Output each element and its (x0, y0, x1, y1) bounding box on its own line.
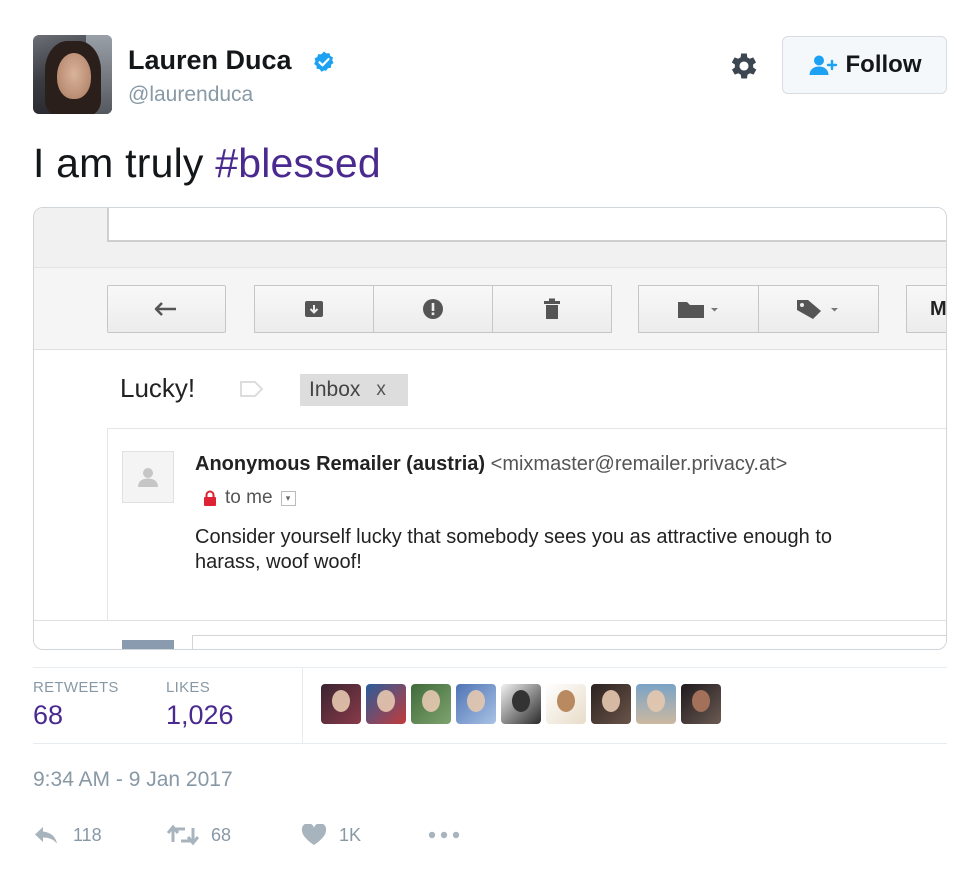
email-body: Consider yourself lucky that somebody se… (195, 526, 833, 573)
heart-icon (301, 824, 327, 845)
sender-avatar-icon (122, 451, 174, 503)
tag-icon (796, 300, 838, 319)
retweets-count[interactable]: 68 (33, 700, 63, 731)
email-spam-button (373, 285, 493, 333)
email-message: Anonymous Remailer (austria) <mixmaster@… (107, 428, 946, 620)
liker-avatar[interactable] (366, 684, 406, 724)
likes-count[interactable]: 1,026 (166, 700, 234, 731)
email-back-button (107, 285, 226, 333)
email-search-bar (107, 208, 946, 242)
liker-avatar[interactable] (411, 684, 451, 724)
email-toolbar: M (34, 268, 947, 350)
like-count: 1K (339, 824, 362, 845)
liker-avatar[interactable] (681, 684, 721, 724)
label-tag-icon (240, 381, 264, 397)
more-button[interactable] (428, 820, 460, 850)
recipient-text: to me (225, 487, 273, 508)
reply-arrow-icon (154, 302, 176, 316)
liker-avatar[interactable] (321, 684, 361, 724)
sender-name: Anonymous Remailer (austria) (195, 453, 486, 475)
user-handle[interactable]: @laurenduca (128, 83, 253, 107)
retweet-icon (167, 824, 199, 846)
display-name[interactable]: Lauren Duca (128, 45, 292, 76)
liker-avatar[interactable] (636, 684, 676, 724)
inbox-label-text: Inbox (309, 378, 361, 401)
divider (33, 743, 947, 744)
archive-icon (305, 301, 323, 317)
liker-avatar[interactable] (591, 684, 631, 724)
liker-avatar[interactable] (501, 684, 541, 724)
folder-icon (677, 302, 718, 318)
spam-icon (423, 299, 443, 319)
email-next-message (34, 620, 946, 649)
sender-address: <mixmaster@remailer.privacy.at> (490, 453, 788, 475)
tweet-timestamp[interactable]: 9:34 AM - 9 Jan 2017 (33, 768, 233, 792)
verified-badge-icon (314, 51, 334, 72)
tweet-text: I am truly #blessed (33, 140, 381, 187)
lock-icon (204, 490, 216, 506)
liker-avatar[interactable] (546, 684, 586, 724)
retweet-count: 68 (211, 824, 232, 845)
email-recipient: to me ▾ (203, 487, 296, 509)
follow-person-icon (809, 55, 837, 75)
email-labels-button (758, 285, 879, 333)
reply-count: 118 (73, 824, 102, 845)
email-more-label: M (930, 297, 947, 320)
tweet-body: I am truly (33, 140, 216, 186)
email-move-button (638, 285, 759, 333)
email-subject: Lucky! (120, 373, 196, 403)
likes-label[interactable]: LIKES (166, 679, 210, 696)
gear-icon[interactable] (727, 49, 761, 83)
tweet-media-image[interactable]: M Lucky! Inbox x Anonymous Remailer (aus… (33, 207, 947, 650)
user-avatar[interactable] (33, 35, 112, 114)
retweet-button[interactable]: 68 (167, 820, 231, 850)
email-archive-button (254, 285, 374, 333)
email-delete-button (492, 285, 612, 333)
likers-avatars (321, 684, 721, 724)
trash-icon (544, 298, 560, 319)
chevron-down-icon: ▾ (280, 490, 296, 506)
more-icon (428, 831, 460, 839)
email-more-button: M (906, 285, 947, 333)
hashtag-link[interactable]: #blessed (215, 140, 381, 186)
like-button[interactable]: 1K (301, 820, 361, 850)
reply-button[interactable]: 118 (33, 820, 102, 850)
retweets-label[interactable]: RETWEETS (33, 679, 119, 696)
inbox-label-remove: x (376, 379, 386, 400)
liker-avatar[interactable] (456, 684, 496, 724)
follow-button-label: Follow (845, 51, 922, 78)
reply-icon (35, 827, 57, 844)
email-sender: Anonymous Remailer (austria) <mixmaster@… (195, 453, 787, 476)
divider (33, 667, 947, 668)
inbox-label-chip: Inbox x (300, 374, 408, 406)
divider (302, 667, 303, 743)
follow-button[interactable]: Follow (782, 36, 947, 94)
